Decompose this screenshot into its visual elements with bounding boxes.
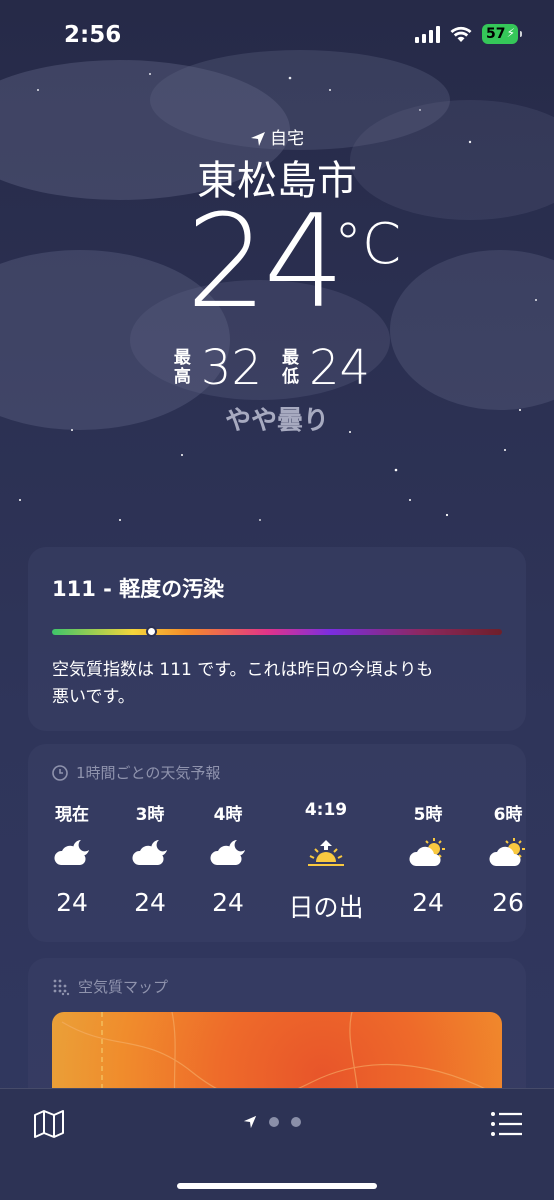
air-quality-card[interactable]: 111 - 軽度の汚染 空気質指数は 111 です。これは昨日の今頃よりも 悪い…	[28, 547, 526, 731]
aq-map-header: 空気質マップ	[52, 976, 168, 997]
hourly-header-text: 1時間ごとの天気予報	[76, 764, 221, 782]
hour-temp: 24	[212, 888, 244, 917]
high-label-bottom: 高	[173, 367, 191, 387]
hourly-list[interactable]: 現在 24 3時 24 4時 24 4:19 日の出 5時 24 6時 26	[28, 800, 526, 930]
high-label-top: 最	[173, 348, 191, 369]
hour-temp: 24	[56, 888, 88, 917]
bottom-toolbar	[0, 1088, 554, 1200]
low-label-bottom: 低	[282, 367, 299, 387]
location-label: 自宅	[270, 129, 304, 149]
hour-item: 現在 24	[32, 800, 112, 917]
battery-level: 57	[486, 26, 506, 42]
charging-bolt-icon: ⚡	[506, 26, 515, 40]
moon-cloud-icon	[188, 826, 268, 880]
aq-map-header-text: 空気質マップ	[78, 978, 169, 996]
temperature-unit: °C	[334, 212, 402, 277]
low-temperature: 24	[309, 340, 371, 396]
hour-temp: 24	[134, 888, 166, 917]
page-dot[interactable]	[291, 1117, 301, 1127]
aqi-title: 111 - 軽度の汚染	[52, 577, 225, 601]
sun-cloud-icon	[388, 826, 468, 880]
page-dot[interactable]	[269, 1117, 279, 1127]
hour-time: 3時	[135, 805, 165, 825]
hour-time: 6時	[493, 805, 523, 825]
hourly-forecast-card[interactable]: 1時間ごとの天気予報 現在 24 3時 24 4時 24 4:19 日の出 5時…	[28, 744, 526, 942]
location-page-arrow-icon	[243, 1115, 257, 1129]
hour-item: 3時 24	[110, 800, 190, 917]
air-quality-dots-icon	[53, 979, 70, 995]
sunrise-icon	[286, 826, 366, 880]
hour-temp: 26	[492, 888, 524, 917]
current-temperature: 24	[186, 188, 345, 337]
map-icon[interactable]	[32, 1107, 66, 1141]
aqi-description-line1: 空気質指数は 111 です。これは昨日の今頃よりも	[52, 660, 434, 680]
clock-icon	[52, 764, 68, 781]
battery-icon: 57 ⚡	[482, 24, 522, 44]
hour-time: 5時	[413, 805, 443, 825]
high-label: 最 高	[174, 349, 191, 386]
hour-item: 6時 26	[468, 800, 548, 917]
list-icon[interactable]	[490, 1109, 524, 1139]
hour-temp: 日の出	[288, 893, 364, 922]
hour-time: 現在	[55, 805, 89, 825]
hour-item: 4時 24	[188, 800, 268, 917]
hourly-header: 1時間ごとの天気予報	[52, 762, 220, 783]
hour-item-sunrise: 4:19 日の出	[286, 800, 366, 924]
status-bar: 2:56 57 ⚡	[0, 0, 554, 70]
status-icons: 57 ⚡	[415, 24, 522, 44]
hour-time: 4時	[213, 805, 243, 825]
low-label-top: 最	[282, 348, 299, 369]
location-arrow-icon	[251, 132, 265, 146]
aqi-indicator-dot	[146, 626, 157, 637]
sun-cloud-icon	[468, 826, 548, 880]
low-label: 最 低	[282, 349, 299, 386]
moon-cloud-icon	[110, 826, 190, 880]
aqi-scale-bar	[52, 626, 502, 637]
location-line: 自宅	[0, 124, 554, 149]
status-time: 2:56	[64, 22, 122, 48]
home-indicator[interactable]	[177, 1183, 377, 1189]
hour-temp: 24	[412, 888, 444, 917]
high-low: 最 高 32 最 低 24	[0, 340, 554, 396]
hour-time: 4:19	[304, 800, 348, 820]
condition-text: やや曇り	[224, 406, 329, 436]
high-temperature: 32	[200, 340, 262, 396]
wifi-icon	[450, 26, 472, 42]
moon-cloud-icon	[32, 826, 112, 880]
page-indicator[interactable]	[243, 1115, 301, 1129]
aqi-description-line2: 悪いです。	[52, 687, 135, 708]
hour-item: 5時 24	[388, 800, 468, 917]
cellular-signal-icon	[415, 25, 440, 43]
aqi-description: 空気質指数は 111 です。これは昨日の今頃よりも 悪いです。	[52, 657, 502, 711]
